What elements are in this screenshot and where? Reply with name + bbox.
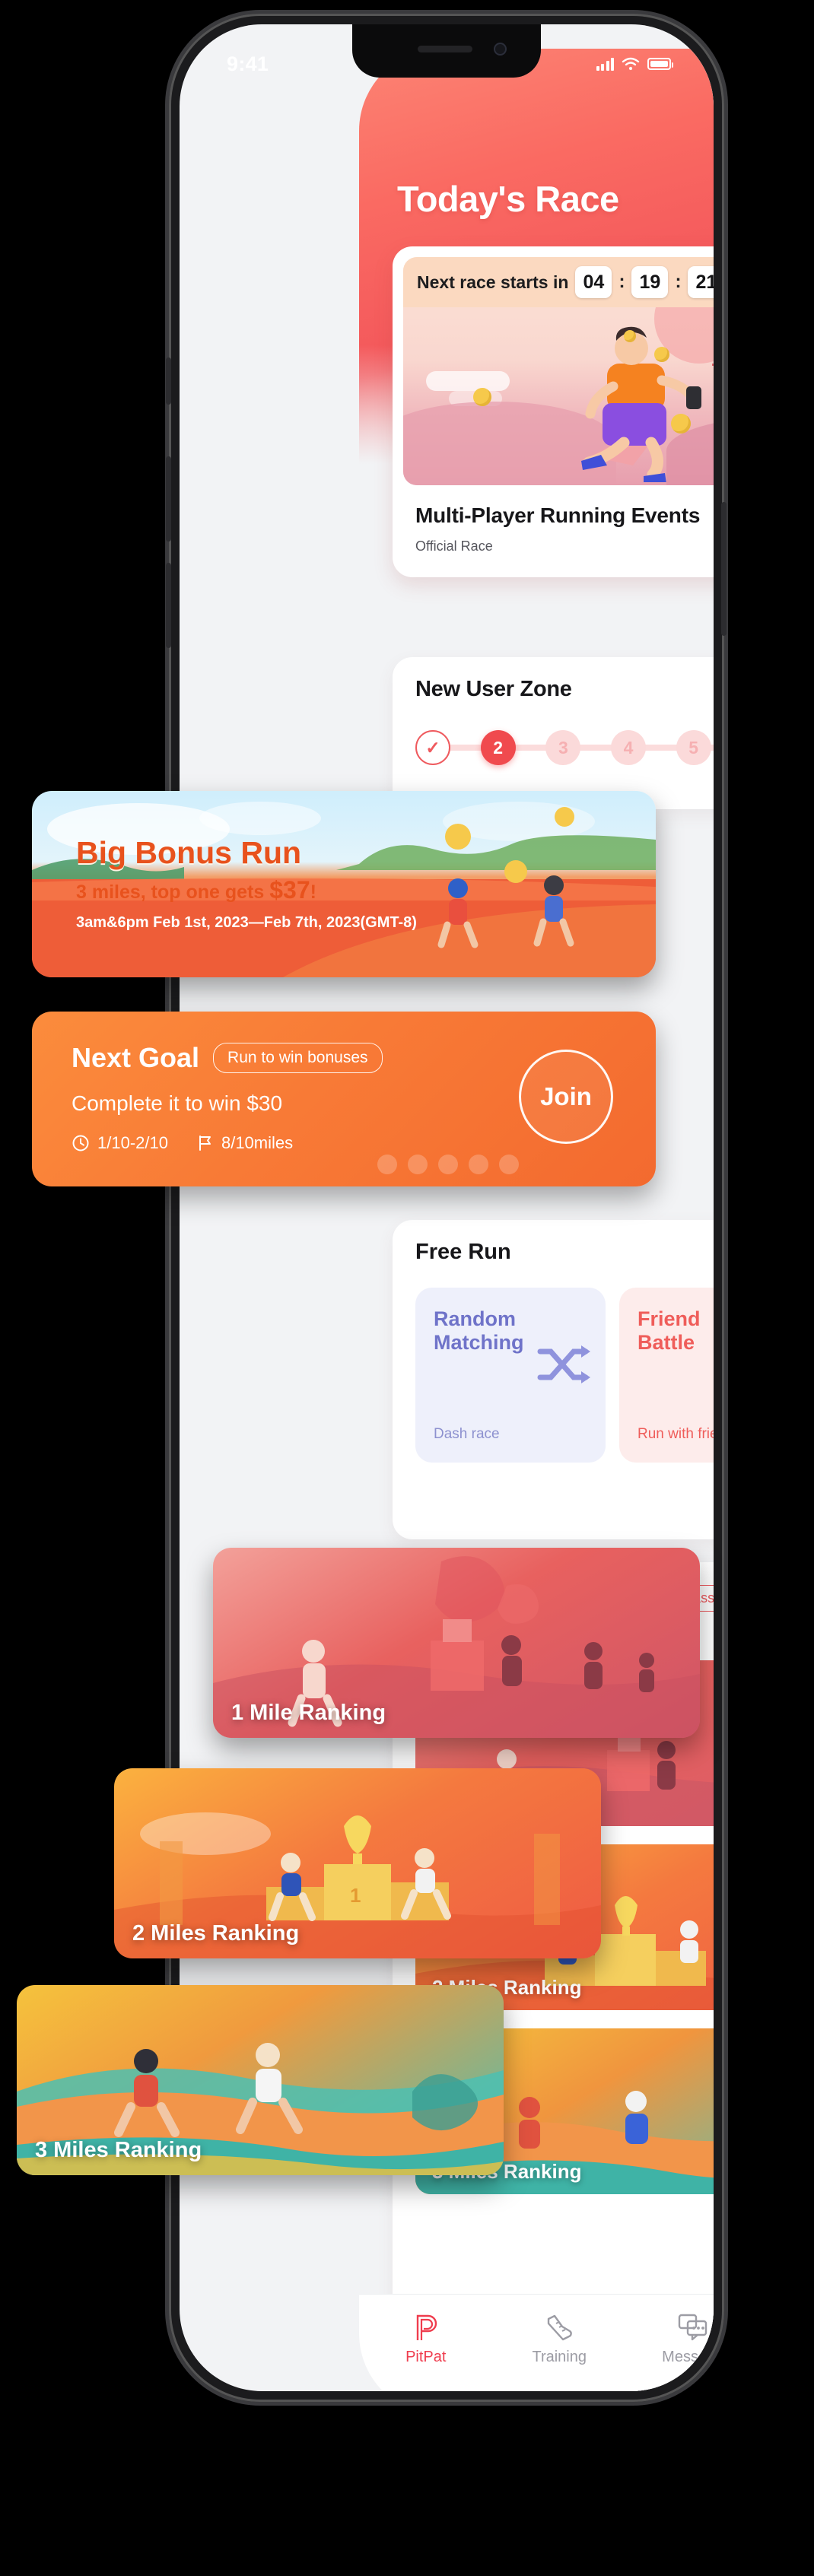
free-run-title: Free Run [415,1240,511,1264]
next-goal-pill: Run to win bonuses [213,1043,383,1073]
countdown-seconds: 21 [688,266,714,298]
race-card-subtitle: Official Race [415,538,493,554]
dashed-connector [712,364,714,366]
mode-title: Friend Battle [638,1307,701,1355]
next-goal-meta: 1/10-2/10 8/10miles [72,1133,293,1153]
next-goal-date-text: 1/10-2/10 [97,1133,168,1152]
bonus-subtitle-prefix: 3 miles, top one gets [76,881,270,903]
next-goal-description: Complete it to win $30 [72,1091,283,1115]
new-user-zone-title: New User Zone [415,677,572,701]
runner-illustration [581,326,701,482]
new-user-zone-card[interactable]: New User Zone ✓ 2 3 4 5 6 7 [393,657,714,809]
step-item-1[interactable]: ✓ [415,730,450,765]
battery-icon [647,58,673,70]
bonus-date-range: 3am&6pm Feb 1st, 2023—Feb 7th, 2023(GMT-… [76,914,417,931]
next-goal-distance-meta: 8/10miles [196,1133,293,1153]
coin-shape [671,414,691,434]
next-goal-title: Next Goal [72,1042,200,1073]
coin-shape [654,347,669,362]
coin-shape [624,330,636,342]
big-bonus-run-banner[interactable]: Big Bonus Run 3 miles, top one gets $37!… [32,791,656,977]
status-time: 9:41 [227,52,269,75]
mode-subtitle: Run with friends [638,1426,714,1442]
join-button[interactable]: Join [519,1050,613,1144]
ranking-tile-label: 1 Mile Ranking [231,1701,386,1725]
cloud-shape [426,371,510,391]
coin-shape [473,388,491,406]
ranking-tile-label: 3 Miles Ranking [35,2138,202,2162]
countdown-hours: 04 [575,266,612,298]
race-illustration: Next race starts in 04 : 19 : 21 [403,257,714,485]
status-indicators [596,57,673,71]
race-card-title: Multi-Player Running Events [415,503,701,527]
free-run-mode-list[interactable]: Random Matching Dash race Friend Battle … [415,1288,714,1463]
countdown-separator: : [675,272,682,292]
volume-down-button[interactable] [166,563,171,648]
countdown-label: Next race starts in [417,272,569,292]
floating-ranking-tile-1-mile[interactable]: 1 Mile Ranking [213,1548,700,1738]
volume-up-button[interactable] [166,456,171,542]
step-item-4[interactable]: 4 [611,730,647,765]
floating-ranking-tile-3-miles[interactable]: 3 Miles Ranking [17,1985,504,2175]
mode-card-friend-battle[interactable]: Friend Battle Run with friends [619,1288,714,1463]
clock-icon [72,1135,89,1151]
next-goal-header: Next Goal Run to win bonuses [72,1042,383,1074]
bonus-subtitle: 3 miles, top one gets $37! [76,876,316,904]
mode-subtitle: Dash race [434,1426,500,1442]
shoe-icon [548,2314,573,2341]
header-title-row: Today's Race My Race [359,178,714,220]
phone-notch [352,24,541,78]
step-progress: ✓ 2 3 4 5 6 7 [415,728,714,767]
pitpat-logo-icon [416,2314,437,2340]
race-card[interactable]: Next race starts in 04 : 19 : 21 Multi-P… [393,246,714,577]
countdown-minutes: 19 [631,266,669,298]
countdown-strip: Next race starts in 04 : 19 : 21 [403,257,714,307]
bonus-amount: $37 [269,876,310,904]
nav-item-training[interactable]: Training [502,2311,616,2366]
countdown-separator: : [618,272,625,292]
free-run-card: Free Run Random Matching Dash race Frien… [393,1220,714,1539]
flag-icon [199,1136,211,1151]
step-item-5[interactable]: 5 [676,730,711,765]
decorative-bubbles [377,1155,519,1174]
nav-label: Message [662,2349,714,2365]
signal-bars-icon [596,57,614,71]
nav-item-message[interactable]: Message [636,2311,714,2366]
svg-text:1: 1 [350,1884,361,1907]
bonus-title: Big Bonus Run [76,835,302,870]
next-goal-date-meta: 1/10-2/10 [72,1133,168,1153]
shuffle-icon [537,1345,590,1383]
mute-switch[interactable] [166,357,171,405]
earpiece-speaker [418,46,472,52]
next-goal-card[interactable]: Next Goal Run to win bonuses Complete it… [32,1012,656,1186]
mode-card-random-matching[interactable]: Random Matching Dash race [415,1288,606,1463]
step-item-3[interactable]: 3 [545,730,581,765]
ranking-tile-label: 2 Miles Ranking [132,1921,300,1945]
front-camera [494,43,507,56]
floating-ranking-tile-2-miles[interactable]: 1 2 Miles Ranking [114,1768,601,1958]
next-goal-distance-text: 8/10miles [221,1133,294,1152]
step-item-2[interactable]: 2 [480,730,516,765]
nav-item-pitpat[interactable]: PitPat [369,2311,483,2366]
nav-label: Training [532,2349,587,2365]
nav-label: PitPat [405,2349,447,2365]
bonus-subtitle-suffix: ! [310,881,316,903]
wifi-icon [622,57,640,71]
chat-icon [678,2314,707,2341]
power-button[interactable] [721,502,727,636]
bottom-navigation[interactable]: PitPat Training Message [359,2294,714,2391]
page-title: Today's Race [397,179,619,219]
